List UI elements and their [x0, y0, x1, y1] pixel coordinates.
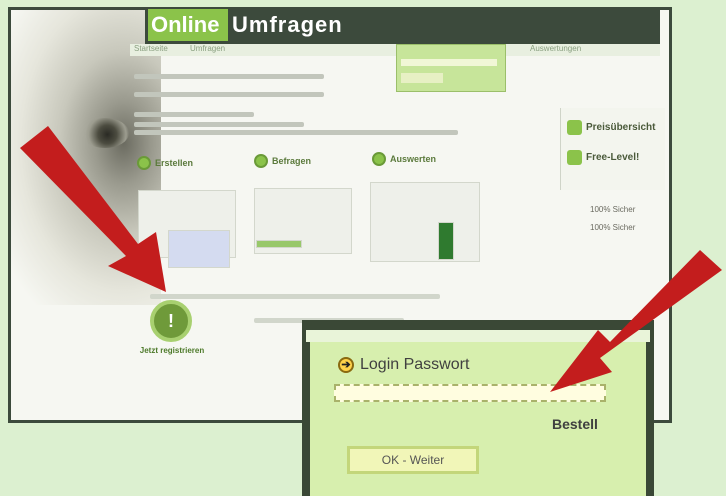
annotation-arrows — [20, 126, 722, 392]
arrow-down-right — [20, 126, 166, 292]
arrow-down-left — [550, 250, 722, 392]
